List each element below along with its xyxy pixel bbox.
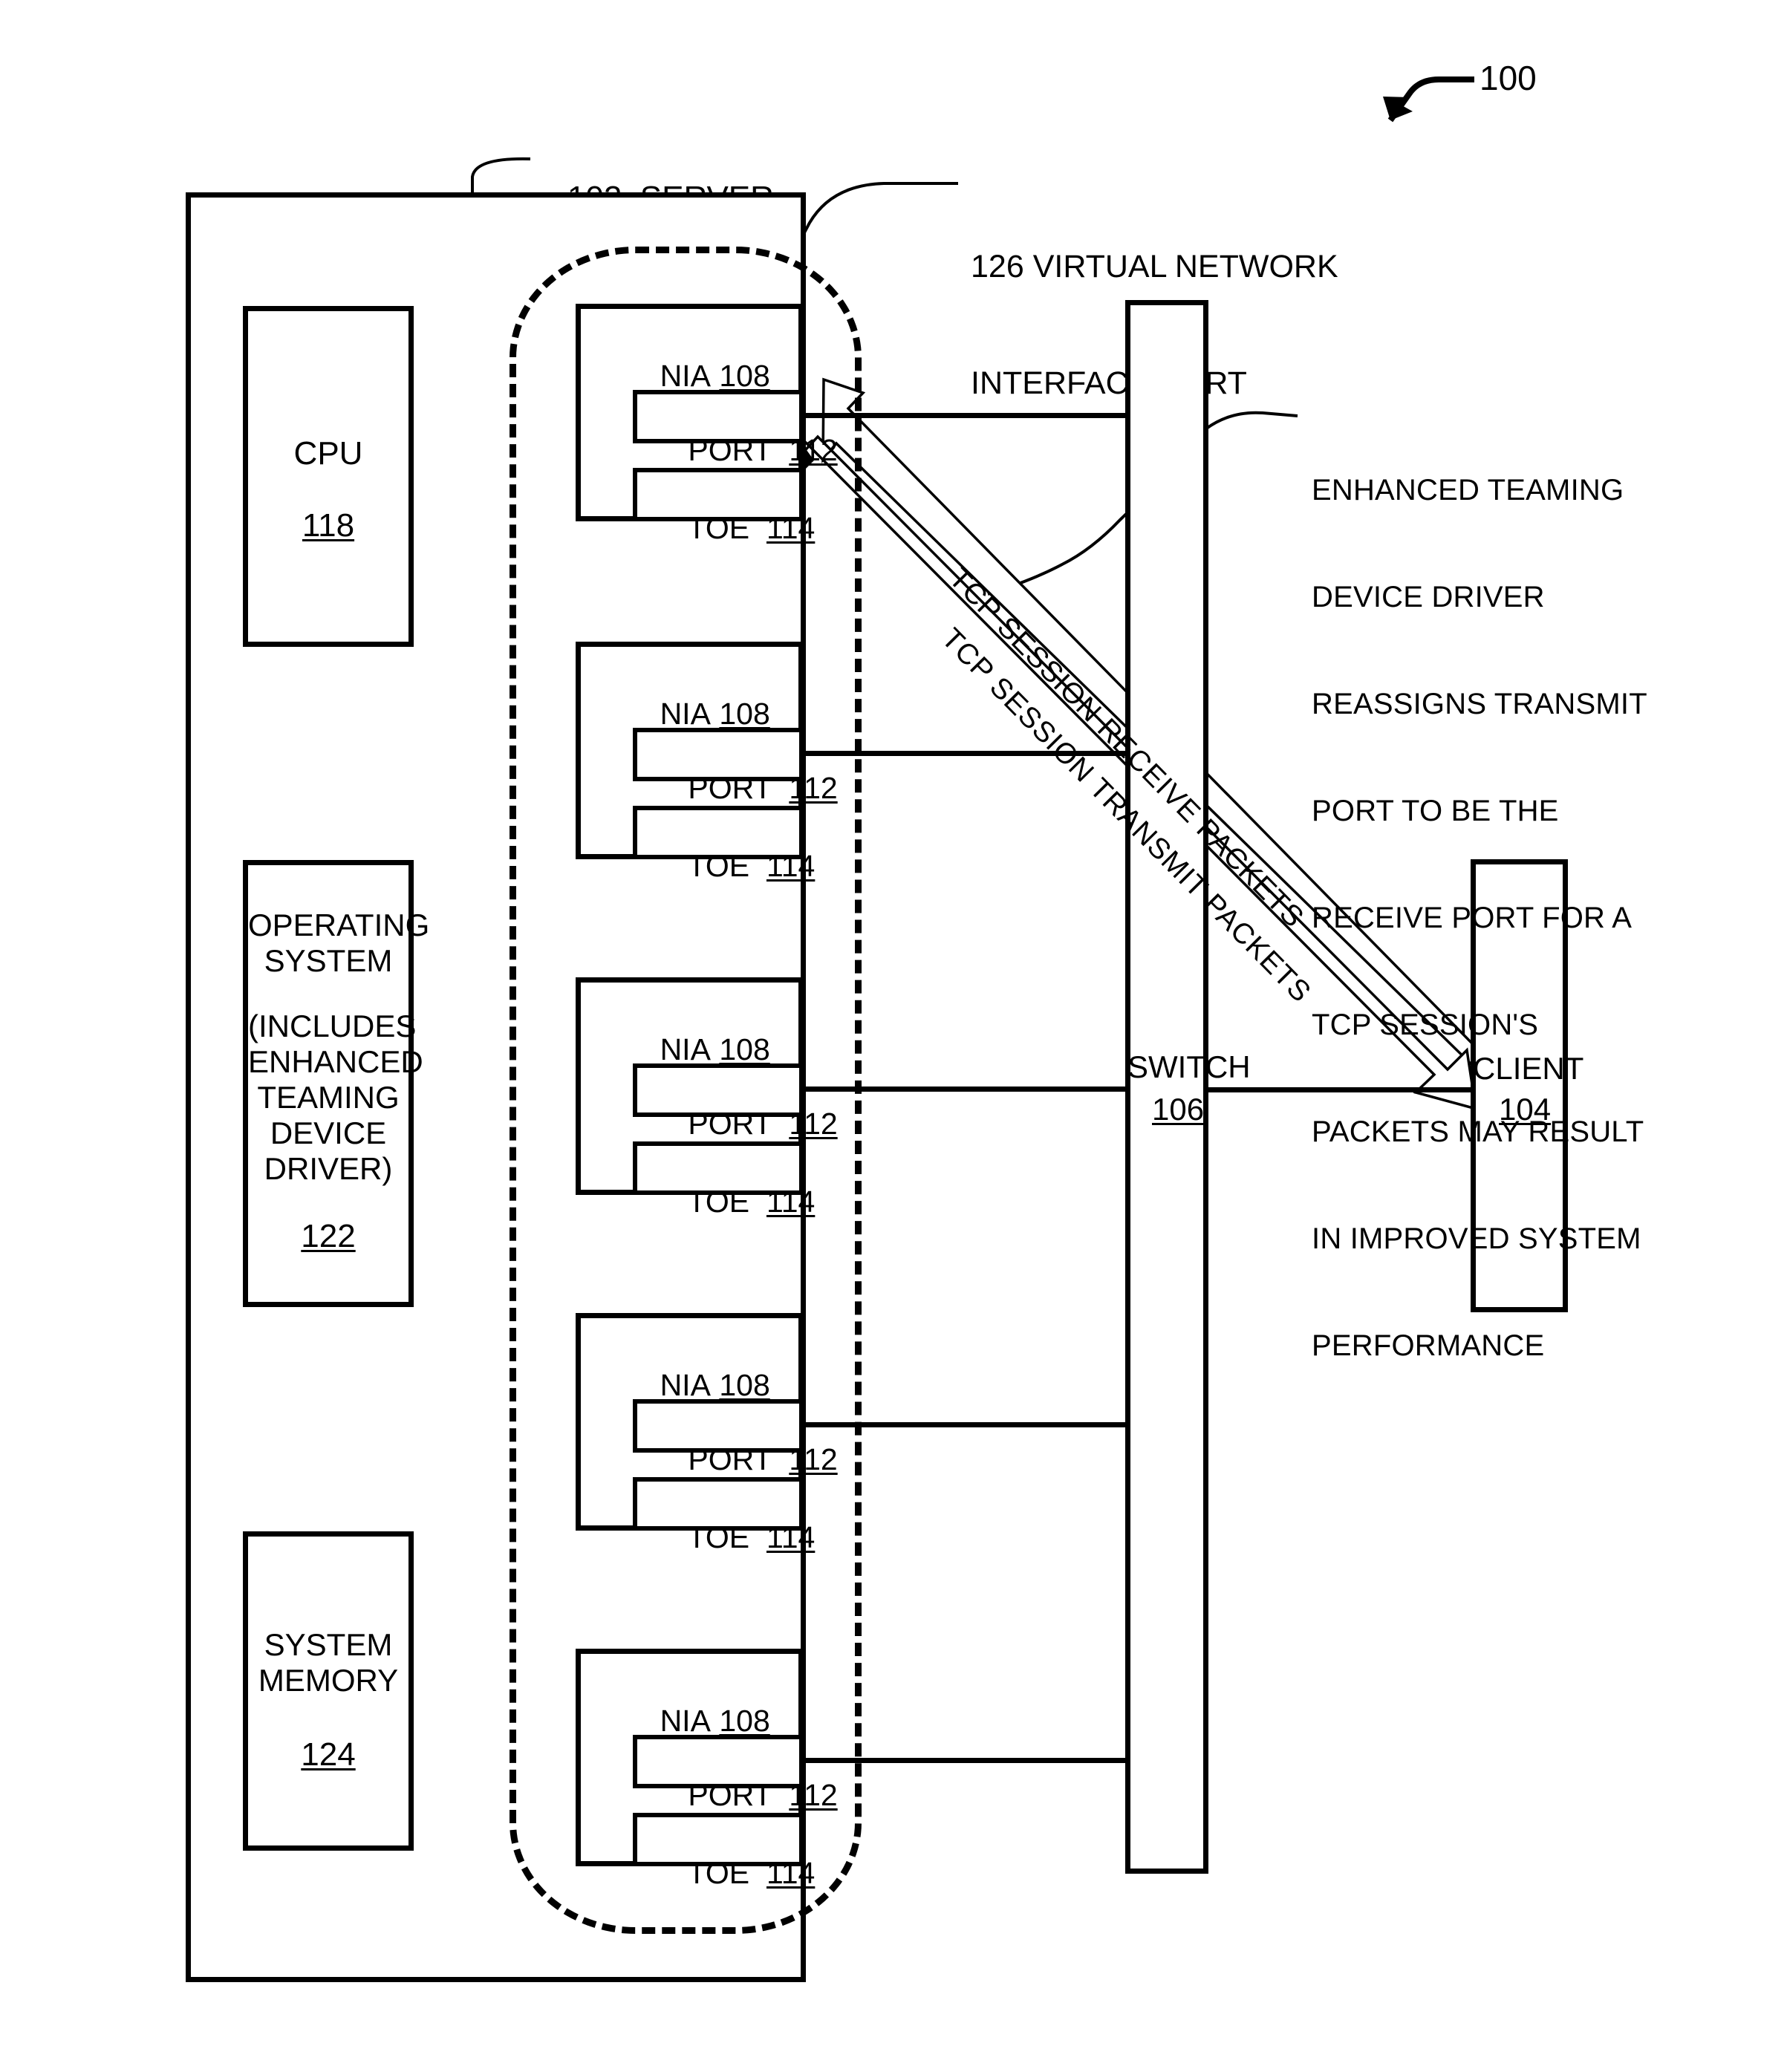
annotation-line-9: PERFORMANCE — [1312, 1329, 1545, 1362]
memory-line-2: MEMORY — [258, 1663, 399, 1698]
switch-ref: 106 — [1152, 1092, 1205, 1127]
toe-box: TOE 114 — [633, 1813, 815, 1889]
annotation-line-4: PORT TO BE THE — [1312, 795, 1559, 827]
toe-label: TOE 114 — [687, 1185, 816, 1219]
toe-box: TOE 114 — [633, 1141, 815, 1217]
annotation-line-3: REASSIGNS TRANSMIT — [1312, 688, 1647, 720]
os-line-5: TEAMING — [257, 1080, 400, 1115]
port-to-switch-connector — [804, 413, 1128, 418]
os-line-1: OPERATING — [248, 908, 430, 942]
annotation-line-2: DEVICE DRIVER — [1312, 581, 1545, 613]
port-to-switch-connector — [804, 1758, 1128, 1763]
operating-system-box: OPERATING SYSTEM (INCLUDES ENHANCED TEAM… — [243, 860, 430, 1307]
enhanced-teaming-annotation: ENHANCED TEAMING DEVICE DRIVER REASSIGNS… — [1312, 401, 1647, 1435]
toe-label: TOE 114 — [687, 1520, 816, 1554]
toe-label: TOE 114 — [687, 849, 816, 883]
annotation-line-5: RECEIVE PORT FOR A — [1312, 902, 1633, 934]
patent-figure-canvas: 100 102 SERVER 126 VIRTUAL NETWORK INTER… — [0, 0, 1787, 2072]
toe-label: TOE 114 — [687, 511, 816, 545]
port-to-switch-connector — [804, 1422, 1128, 1427]
memory-line-1: SYSTEM — [264, 1627, 393, 1662]
port-box: PORT 112 — [633, 390, 838, 466]
os-line-2: SYSTEM — [264, 943, 393, 978]
port-box: PORT 112 — [633, 1735, 838, 1811]
cpu-ref: 118 — [302, 507, 355, 544]
toe-box: TOE 114 — [633, 806, 815, 882]
os-line-3: (INCLUDES — [248, 1009, 417, 1043]
annotation-line-6: TCP SESSION'S — [1312, 1009, 1539, 1041]
memory-ref: 124 — [301, 1736, 356, 1773]
port-box: PORT 112 — [633, 1399, 838, 1475]
toe-box: TOE 114 — [633, 468, 815, 544]
system-memory-box: SYSTEM MEMORY 124 — [243, 1531, 414, 1851]
toe-label: TOE 114 — [687, 1856, 816, 1890]
os-line-4: ENHANCED — [248, 1044, 423, 1079]
switch-label: SWITCH — [1127, 1049, 1251, 1084]
port-to-switch-connector — [804, 1087, 1128, 1092]
os-ref: 122 — [301, 1218, 356, 1254]
annotation-line-1: ENHANCED TEAMING — [1312, 474, 1624, 506]
vnip-ref-number: 126 — [971, 248, 1024, 284]
port-box: PORT 112 — [633, 728, 838, 804]
cpu-box: CPU 118 — [243, 306, 414, 647]
os-line-7: DRIVER) — [264, 1151, 393, 1186]
toe-box: TOE 114 — [633, 1477, 815, 1553]
switch-box — [1125, 300, 1208, 1874]
cpu-label: CPU — [293, 435, 363, 472]
figure-number-label: 100 — [1480, 59, 1537, 97]
annotation-line-7: PACKETS MAY RESULT — [1312, 1115, 1644, 1148]
os-line-6: DEVICE — [270, 1115, 387, 1150]
annotation-line-8: IN IMPROVED SYSTEM — [1312, 1222, 1641, 1255]
vnip-line-1: VIRTUAL NETWORK — [1032, 248, 1338, 284]
port-box: PORT 112 — [633, 1063, 838, 1139]
